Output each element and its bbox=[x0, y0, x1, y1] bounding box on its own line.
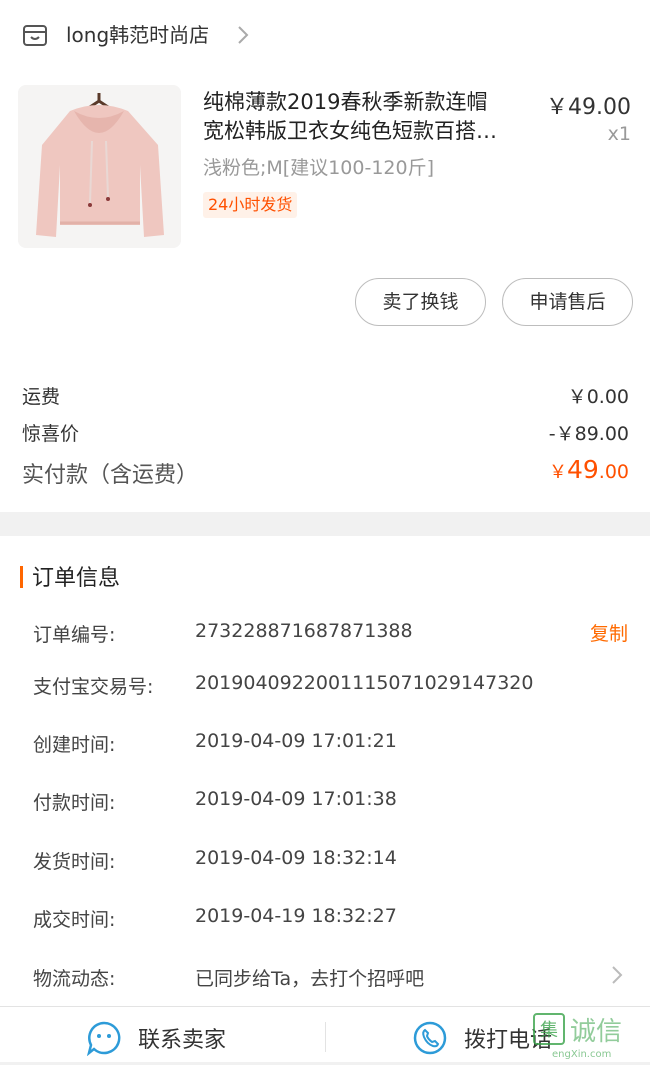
logistics-value[interactable]: 已同步给Ta，去打个招呼吧 bbox=[195, 964, 424, 991]
total-decimal: .00 bbox=[598, 461, 629, 483]
copy-button[interactable]: 复制 bbox=[590, 619, 628, 646]
watermark-text: 诚信 bbox=[570, 1017, 622, 1047]
created-time-value: 2019-04-09 17:01:21 bbox=[195, 730, 397, 752]
product-price: ￥49.00 bbox=[546, 95, 631, 120]
total-currency: ￥ bbox=[548, 462, 567, 483]
phone-icon bbox=[413, 1021, 447, 1055]
shipping-fee-label: 运费 bbox=[22, 386, 61, 408]
shipped-time-value: 2019-04-09 18:32:14 bbox=[195, 847, 397, 869]
section-accent-bar bbox=[20, 566, 23, 588]
contact-seller-button[interactable]: 联系卖家 bbox=[86, 1018, 226, 1058]
shipping-fee-value: ￥0.00 bbox=[567, 386, 629, 408]
total-integer: 49 bbox=[566, 455, 599, 484]
paid-time-value: 2019-04-09 17:01:38 bbox=[195, 788, 397, 810]
logistics-label[interactable]: 物流动态: bbox=[33, 964, 115, 991]
shop-name[interactable]: long韩范时尚店 bbox=[66, 20, 209, 50]
product-sku: 浅粉色;M[建议100-120斤] bbox=[203, 157, 435, 179]
chevron-right-icon[interactable] bbox=[234, 22, 252, 48]
watermark-url: engXin.com bbox=[552, 1049, 611, 1060]
product-title-line-1: 纯棉薄款2019春秋季新款连帽 bbox=[203, 90, 488, 114]
order-info-card bbox=[0, 536, 650, 1006]
completed-time-label: 成交时间: bbox=[33, 909, 116, 931]
contact-seller-label: 联系卖家 bbox=[138, 1028, 227, 1053]
aftersale-button[interactable]: 申请售后 bbox=[502, 278, 633, 326]
order-info-title: 订单信息 bbox=[32, 566, 121, 591]
product-quantity: x1 bbox=[607, 123, 631, 145]
product-title[interactable]: 纯棉薄款2019春秋季新款连帽 宽松韩版卫衣女纯色短款百搭… bbox=[203, 88, 533, 146]
shipped-time-label: 发货时间: bbox=[33, 851, 116, 873]
discount-value: -￥89.00 bbox=[548, 423, 629, 445]
store-icon[interactable] bbox=[22, 22, 48, 48]
order-number-label: 订单编号: bbox=[33, 624, 116, 646]
completed-time-value: 2019-04-19 18:32:27 bbox=[195, 905, 397, 927]
total-paid-value: ￥49.00 bbox=[549, 455, 629, 484]
svg-text:集: 集 bbox=[540, 1020, 558, 1041]
sell-button[interactable]: 卖了换钱 bbox=[355, 278, 486, 326]
created-time-label: 创建时间: bbox=[33, 734, 116, 756]
chevron-right-icon[interactable] bbox=[610, 963, 624, 987]
bottom-bar-divider bbox=[325, 1022, 326, 1052]
call-phone-button[interactable]: 拨打电话 bbox=[412, 1018, 552, 1058]
product-title-line-2: 宽松韩版卫衣女纯色短款百搭… bbox=[203, 119, 497, 143]
paid-time-label: 付款时间: bbox=[33, 792, 116, 814]
order-number-value: 273228871687871388 bbox=[195, 620, 413, 642]
product-thumbnail[interactable] bbox=[18, 85, 181, 248]
alipay-trade-value: 2019040922001115071029147320 bbox=[195, 672, 534, 694]
alipay-trade-label: 支付宝交易号: bbox=[33, 676, 154, 698]
shipping-badge: 24小时发货 bbox=[203, 192, 298, 218]
total-paid-label: 实付款（含运费） bbox=[22, 463, 199, 488]
watermark-logo: 集 诚信 engXin.com bbox=[532, 1010, 650, 1061]
discount-label: 惊喜价 bbox=[22, 423, 80, 445]
chat-bubble-icon bbox=[86, 1021, 121, 1056]
